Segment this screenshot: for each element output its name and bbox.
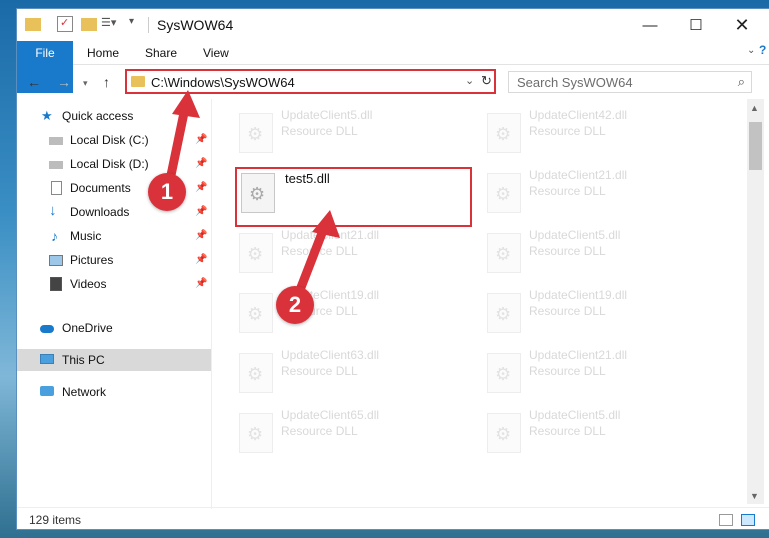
annotation-arrowhead-2 bbox=[312, 210, 340, 238]
annotation-arrow-1 bbox=[165, 103, 190, 185]
step-badge-1: 1 bbox=[148, 173, 186, 211]
annotation-arrows bbox=[165, 90, 340, 295]
annotation-arrowhead-1 bbox=[172, 90, 200, 118]
annotation-arrow-2 bbox=[295, 223, 329, 295]
step-badge-2: 2 bbox=[276, 286, 314, 324]
